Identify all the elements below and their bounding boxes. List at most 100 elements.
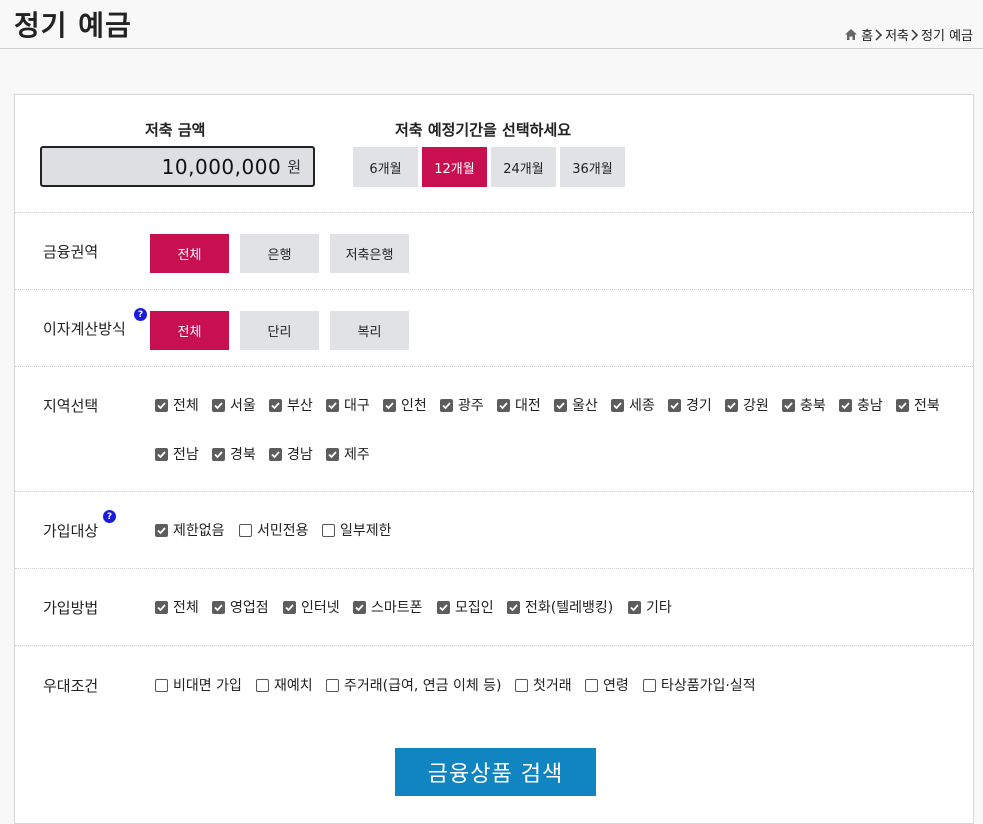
- benefits-checkbox-option[interactable]: 재예치: [256, 675, 313, 695]
- checkbox-unchecked-icon[interactable]: [585, 678, 598, 692]
- benefits-checkbox-option[interactable]: 타상품가입·실적: [643, 675, 756, 695]
- benefits-option-label: 재예치: [274, 678, 313, 694]
- checkbox-checked-icon[interactable]: [440, 398, 453, 412]
- interest-compound-button[interactable]: 복리: [330, 311, 409, 350]
- method-checkbox-option[interactable]: 모집인: [437, 597, 494, 617]
- checkbox-unchecked-icon[interactable]: [239, 523, 252, 537]
- region-checkbox-option[interactable]: 전북: [896, 395, 940, 415]
- region-checkbox-option[interactable]: 충남: [839, 395, 883, 415]
- region-checkbox-option[interactable]: 세종: [611, 395, 655, 415]
- home-icon[interactable]: [845, 29, 858, 40]
- breadcrumb-savings[interactable]: 저축: [885, 25, 909, 44]
- benefits-checkbox-option[interactable]: 첫거래: [515, 675, 572, 695]
- region-option-label: 경남: [287, 447, 313, 463]
- interest-simple-button[interactable]: 단리: [240, 311, 319, 350]
- checkbox-checked-icon[interactable]: [383, 398, 396, 412]
- method-checkbox-option[interactable]: 전체: [155, 597, 199, 617]
- eligibility-checkbox-option[interactable]: 서민전용: [239, 520, 309, 540]
- region-checkbox-option[interactable]: 대구: [326, 395, 370, 415]
- region-checkbox-option[interactable]: 광주: [440, 395, 484, 415]
- region-checkbox-option[interactable]: 경기: [668, 395, 712, 415]
- interest-all-button[interactable]: 전체: [150, 311, 229, 350]
- region-checkbox-option[interactable]: 전체: [155, 395, 199, 415]
- amount-input[interactable]: 10,000,000 원: [40, 146, 315, 187]
- checkbox-unchecked-icon[interactable]: [155, 678, 168, 692]
- checkbox-checked-icon[interactable]: [507, 600, 520, 614]
- method-checkbox-option[interactable]: 기타: [628, 597, 672, 617]
- region-checkbox-option[interactable]: 전남: [155, 444, 199, 464]
- divider: [15, 568, 973, 569]
- checkbox-checked-icon[interactable]: [497, 398, 510, 412]
- sector-bank-button[interactable]: 은행: [240, 234, 319, 273]
- period-12-button[interactable]: 12개월: [422, 147, 487, 187]
- checkbox-unchecked-icon[interactable]: [326, 678, 339, 692]
- region-checkbox-option[interactable]: 대전: [497, 395, 541, 415]
- period-24-button[interactable]: 24개월: [491, 147, 556, 187]
- benefits-checkbox-option[interactable]: 비대면 가입: [155, 675, 242, 695]
- eligibility-checkbox-option[interactable]: 제한없음: [155, 520, 225, 540]
- checkbox-checked-icon[interactable]: [155, 398, 168, 412]
- checkbox-checked-icon[interactable]: [212, 447, 225, 461]
- checkbox-checked-icon[interactable]: [326, 398, 339, 412]
- checkbox-checked-icon[interactable]: [437, 600, 450, 614]
- region-option-label: 충남: [857, 398, 883, 414]
- checkbox-checked-icon[interactable]: [628, 600, 641, 614]
- search-button[interactable]: 금융상품 검색: [395, 748, 596, 796]
- checkbox-checked-icon[interactable]: [326, 447, 339, 461]
- region-checkbox-option[interactable]: 경남: [269, 444, 313, 464]
- page-title: 정기 예금: [14, 9, 132, 42]
- help-icon[interactable]: ?: [103, 510, 116, 523]
- region-option-label: 대전: [515, 398, 541, 414]
- region-checkbox-option[interactable]: 강원: [725, 395, 769, 415]
- region-checkbox-option[interactable]: 경북: [212, 444, 256, 464]
- checkbox-checked-icon[interactable]: [725, 398, 738, 412]
- method-option-label: 영업점: [230, 600, 269, 616]
- checkbox-checked-icon[interactable]: [353, 600, 366, 614]
- checkbox-checked-icon[interactable]: [839, 398, 852, 412]
- eligibility-checkbox-option[interactable]: 일부제한: [322, 520, 392, 540]
- checkbox-unchecked-icon[interactable]: [322, 523, 335, 537]
- benefits-checkbox-option[interactable]: 주거래(급여, 연금 이체 등): [326, 675, 502, 695]
- checkbox-checked-icon[interactable]: [155, 600, 168, 614]
- amount-label: 저축 금액: [145, 121, 206, 139]
- checkbox-checked-icon[interactable]: [212, 398, 225, 412]
- checkbox-checked-icon[interactable]: [896, 398, 909, 412]
- method-checkbox-option[interactable]: 영업점: [212, 597, 269, 617]
- region-option-label: 울산: [572, 398, 598, 414]
- region-checkbox-option[interactable]: 울산: [554, 395, 598, 415]
- period-6-button[interactable]: 6개월: [353, 147, 418, 187]
- method-checkbox-option[interactable]: 인터넷: [283, 597, 340, 617]
- method-checkbox-option[interactable]: 스마트폰: [353, 597, 423, 617]
- help-icon[interactable]: ?: [134, 308, 147, 321]
- checkbox-checked-icon[interactable]: [155, 523, 168, 537]
- benefits-checkbox-option[interactable]: 연령: [585, 675, 629, 695]
- region-checkbox-option[interactable]: 부산: [269, 395, 313, 415]
- checkbox-unchecked-icon[interactable]: [643, 678, 656, 692]
- eligibility-label: 가입대상: [43, 522, 99, 540]
- sector-all-button[interactable]: 전체: [150, 234, 229, 273]
- checkbox-checked-icon[interactable]: [668, 398, 681, 412]
- region-checkbox-option[interactable]: 서울: [212, 395, 256, 415]
- region-checkbox-option[interactable]: 제주: [326, 444, 370, 464]
- benefits-label: 우대조건: [43, 677, 99, 695]
- checkbox-unchecked-icon[interactable]: [256, 678, 269, 692]
- region-checkbox-option[interactable]: 충북: [782, 395, 826, 415]
- sector-savings-bank-button[interactable]: 저축은행: [330, 234, 409, 273]
- region-checkbox-option[interactable]: 인천: [383, 395, 427, 415]
- checkbox-checked-icon[interactable]: [212, 600, 225, 614]
- checkbox-checked-icon[interactable]: [611, 398, 624, 412]
- method-checkbox-option[interactable]: 전화(텔레뱅킹): [507, 597, 613, 617]
- checkbox-checked-icon[interactable]: [782, 398, 795, 412]
- checkbox-unchecked-icon[interactable]: [515, 678, 528, 692]
- region-option-label: 제주: [344, 447, 370, 463]
- interest-options: 전체 단리 복리: [150, 311, 420, 350]
- checkbox-checked-icon[interactable]: [269, 398, 282, 412]
- divider: [15, 491, 973, 492]
- interest-label: 이자계산방식: [43, 320, 126, 338]
- breadcrumb-home[interactable]: 홈: [861, 25, 873, 44]
- checkbox-checked-icon[interactable]: [269, 447, 282, 461]
- checkbox-checked-icon[interactable]: [283, 600, 296, 614]
- checkbox-checked-icon[interactable]: [155, 447, 168, 461]
- checkbox-checked-icon[interactable]: [554, 398, 567, 412]
- period-36-button[interactable]: 36개월: [560, 147, 625, 187]
